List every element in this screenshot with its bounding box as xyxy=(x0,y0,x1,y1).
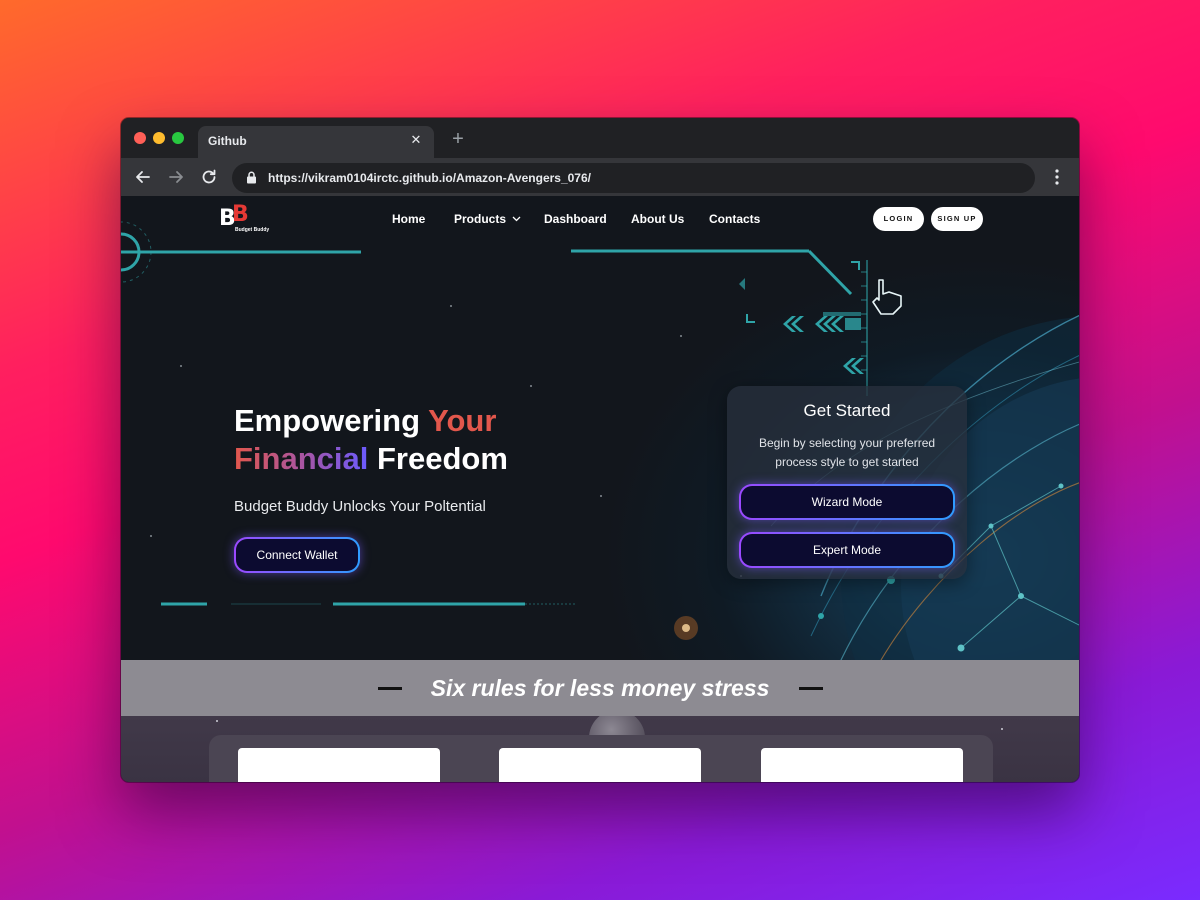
minimize-window-button[interactable] xyxy=(153,132,165,144)
rules-section xyxy=(121,716,1079,782)
nav-about-us[interactable]: About Us xyxy=(631,212,684,226)
get-started-title: Get Started xyxy=(803,401,891,420)
tab-title: Github xyxy=(208,134,247,148)
login-button[interactable]: LOGIN xyxy=(873,207,924,231)
site-logo[interactable]: B B Budget Buddy xyxy=(219,202,275,236)
hero-heading-line-1: Empowering Your xyxy=(234,402,508,440)
more-menu-icon[interactable] xyxy=(1049,168,1065,186)
get-started-text: Begin by selecting your preferred proces… xyxy=(758,436,936,469)
url-text[interactable]: https://vikram0104irctc.github.io/Amazon… xyxy=(268,171,591,185)
lock-icon xyxy=(247,171,256,184)
logo-text: Budget Buddy xyxy=(235,227,270,233)
address-bar[interactable]: https://vikram0104irctc.github.io/Amazon… xyxy=(232,163,1035,193)
browser-tab[interactable]: Github ✕ xyxy=(198,126,434,158)
nav-products-label: Products xyxy=(454,212,507,226)
forward-arrow-icon[interactable] xyxy=(166,167,186,187)
rule-card[interactable] xyxy=(499,748,701,782)
page-viewport: B B Budget Buddy Home Products Dashboard… xyxy=(121,196,1079,782)
hero-section: B B Budget Buddy Home Products Dashboard… xyxy=(121,196,1079,660)
tab-bar: Github ✕ + xyxy=(121,118,1079,158)
nav-home[interactable]: Home xyxy=(392,212,425,226)
hero-subtitle: Budget Buddy Unlocks Your Poltential xyxy=(234,498,486,515)
nav-contacts[interactable]: Contacts xyxy=(709,212,760,226)
close-window-button[interactable] xyxy=(134,132,146,144)
reload-icon[interactable] xyxy=(199,167,219,187)
get-started-card: Get Started Begin by selecting your pref… xyxy=(727,386,967,579)
signup-button[interactable]: SIGN UP xyxy=(931,207,983,231)
rule-card[interactable] xyxy=(761,748,963,782)
star-dot xyxy=(216,720,218,722)
logo-letter-b-red: B xyxy=(232,202,249,227)
rules-banner: Six rules for less money stress xyxy=(121,660,1079,716)
star-dot xyxy=(1001,728,1003,730)
hero-heading-financial: Financial xyxy=(234,441,369,476)
close-icon[interactable]: ✕ xyxy=(408,132,424,148)
wizard-mode-button[interactable]: Wizard Mode xyxy=(739,484,955,520)
browser-window: Github ✕ + https://vikram0104irctc.githu… xyxy=(121,118,1079,782)
rules-title: Six rules for less money stress xyxy=(430,675,770,701)
connect-wallet-button[interactable]: Connect Wallet xyxy=(234,537,360,573)
hero-heading-line-2: Financial Freedom xyxy=(234,440,508,478)
plus-icon[interactable]: + xyxy=(447,128,469,150)
nav-dashboard[interactable]: Dashboard xyxy=(544,212,607,226)
expert-mode-button[interactable]: Expert Mode xyxy=(739,532,955,568)
hero-heading-your: Your xyxy=(428,403,497,438)
chevron-down-icon xyxy=(512,216,521,222)
browser-toolbar: https://vikram0104irctc.github.io/Amazon… xyxy=(121,158,1079,196)
hero-heading-empowering: Empowering xyxy=(234,403,429,438)
rule-card[interactable] xyxy=(238,748,440,782)
maximize-window-button[interactable] xyxy=(172,132,184,144)
back-arrow-icon[interactable] xyxy=(133,167,153,187)
banner-dash-right xyxy=(799,687,823,690)
hero-heading-freedom: Freedom xyxy=(368,441,508,476)
nav-products[interactable]: Products xyxy=(454,212,521,226)
hero-heading: Empowering Your Financial Freedom xyxy=(234,402,508,478)
